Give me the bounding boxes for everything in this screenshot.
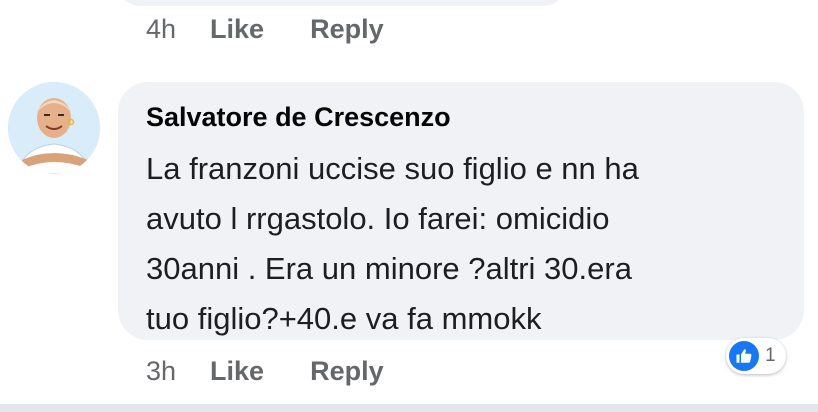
reply-button[interactable]: Reply xyxy=(310,356,384,387)
previous-comment-bubble xyxy=(118,0,566,6)
comment-line: 30anni . Era un minore ?altri 30.era xyxy=(146,251,632,286)
reply-button[interactable]: Reply xyxy=(310,14,384,45)
reaction-summary[interactable]: 1 xyxy=(726,338,786,374)
comment-actions: 3h Like Reply xyxy=(146,356,384,387)
comment-bubble: Salvatore de Crescenzo La franzoni uccis… xyxy=(118,82,804,340)
like-button[interactable]: Like xyxy=(210,356,264,387)
avatar[interactable] xyxy=(8,82,100,174)
comment-line: La franzoni uccise suo figlio e nn ha xyxy=(146,151,639,186)
previous-comment-actions: 4h Like Reply xyxy=(146,14,384,45)
comment-line: tuo figlio?+40.e va fa mmokk xyxy=(146,301,542,336)
divider xyxy=(0,404,818,412)
comment-author[interactable]: Salvatore de Crescenzo xyxy=(146,102,451,133)
comment-timestamp: 4h xyxy=(146,14,177,44)
comment-timestamp: 3h xyxy=(146,356,177,386)
like-button[interactable]: Like xyxy=(210,14,264,45)
comment-text: La franzoni uccise suo figlio e nn ha av… xyxy=(146,144,786,344)
reaction-count: 1 xyxy=(765,345,776,366)
thumbs-up-icon xyxy=(729,341,759,371)
comment-line: avuto l rrgastolo. Io farei: omicidio xyxy=(146,201,610,236)
